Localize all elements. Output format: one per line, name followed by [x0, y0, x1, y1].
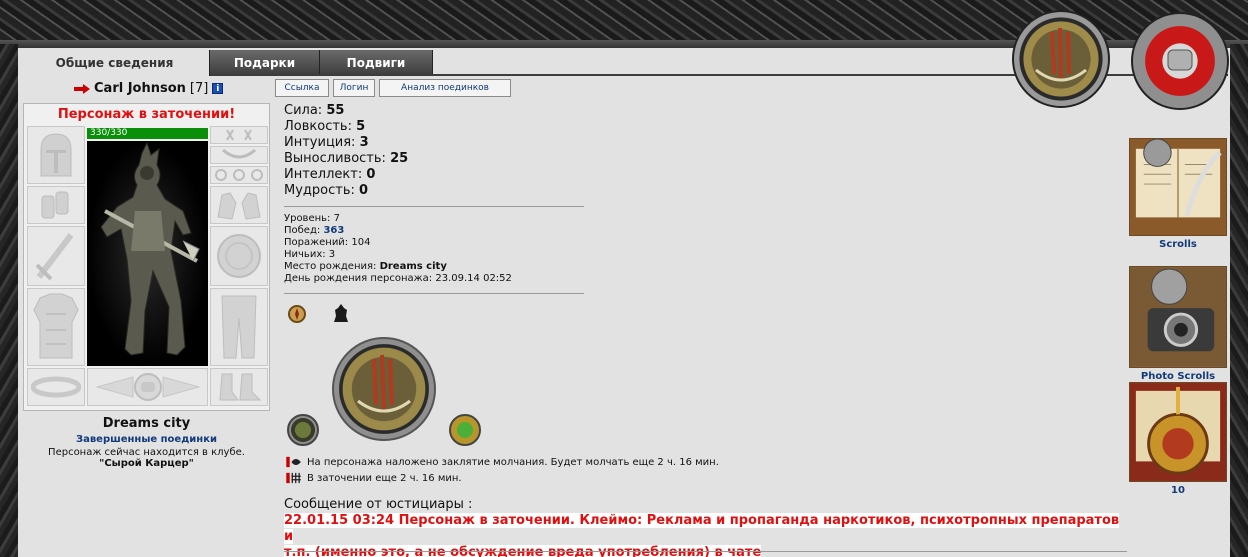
sword-icon [35, 233, 74, 281]
silence-icon [286, 456, 301, 468]
rings-slot[interactable] [210, 166, 268, 184]
divider [284, 551, 1127, 552]
inventory-panel: Персонаж в заточении! 330/330 [23, 103, 270, 411]
tab-gifts[interactable]: Подарки [210, 50, 320, 76]
stat-intuition: Интуиция: 3 [284, 135, 369, 150]
demon-figure-icon[interactable] [330, 302, 352, 324]
effect-silence-text: На персонажа наложено заклятие молчания.… [307, 456, 719, 468]
finished-battles-link[interactable]: Завершенные поединки [23, 434, 270, 445]
amulet-icon [222, 148, 256, 159]
clan-emblem-slot[interactable] [87, 368, 208, 406]
character-header: Carl Johnson [7] i [74, 81, 224, 96]
info-draws: Ничьих: 3 [284, 249, 336, 260]
justiciary-message-label: Сообщение от юстициары : [284, 497, 473, 512]
jail-status-title: Персонаж в заточении! [57, 107, 236, 122]
leggings-icon [221, 295, 257, 359]
gloves-slot[interactable] [210, 186, 268, 224]
stat-wisdom: Мудрость: 0 [284, 183, 369, 198]
arrow-right-icon[interactable] [74, 83, 90, 94]
earrings-icon [226, 129, 252, 141]
compass-icon[interactable] [286, 302, 308, 324]
tab-bar: Общие сведения Подарки Подвиги [20, 50, 433, 76]
effect-jail-text: В заточении еще 2 ч. 16 мин. [307, 472, 462, 484]
effect-silence: На персонажа наложено заклятие молчания.… [284, 456, 719, 468]
login-button[interactable]: Логин [333, 79, 375, 97]
stat-endurance: Выносливость: 25 [284, 151, 409, 166]
leggings-slot[interactable] [210, 288, 268, 366]
crossbow-icon [1035, 27, 1087, 82]
character-level: [7] [189, 81, 209, 96]
crossbow-icon [357, 354, 411, 413]
crossbow-medallion-icon[interactable] [1012, 10, 1110, 108]
tab-general-info[interactable]: Общие сведения [20, 50, 210, 76]
main-content: Общие сведения Подарки Подвиги Carl John… [18, 48, 1230, 557]
character-info: Уровень: 7 Побед: 363 Поражений: 104 Нич… [284, 213, 512, 285]
bracers-icon [41, 191, 69, 219]
armor-icon [33, 293, 79, 359]
scrolls-label: Scrolls [1159, 239, 1197, 250]
clover-medal-icon[interactable] [449, 414, 481, 446]
info-wins: Побед: 363 [284, 225, 345, 236]
club-status-text: Персонаж сейчас находится в клубе. [48, 447, 245, 458]
amulet-slot[interactable] [210, 146, 268, 164]
medal-count-label: 10 [1171, 485, 1185, 496]
belt-icon [31, 376, 81, 398]
medal-scroll-item[interactable]: 10 [1128, 382, 1228, 496]
big-bow-medal-icon[interactable] [332, 337, 436, 441]
scroll-quill-icon [1129, 138, 1227, 236]
fist-emblem-icon [94, 373, 201, 401]
medal-scroll-icon [1129, 382, 1227, 482]
character-name: Carl Johnson [94, 81, 186, 96]
camera-scroll-icon [1129, 266, 1227, 368]
info-level: Уровень: 7 [284, 213, 340, 224]
right-frame [1230, 44, 1248, 557]
bracers-slot[interactable] [27, 186, 85, 224]
tab-achievements[interactable]: Подвиги [320, 50, 433, 76]
stat-strength: Сила: 55 [284, 103, 345, 118]
shield-icon [217, 234, 261, 278]
helmet-slot[interactable] [27, 126, 85, 184]
earrings-slot[interactable] [210, 126, 268, 144]
link-button[interactable]: Ссылка [275, 79, 329, 97]
stats-list: Сила: 55 Ловкость: 5 Интуиция: 3 Выносли… [284, 103, 408, 199]
stat-intellect: Интеллект: 0 [284, 167, 376, 182]
shield-slot[interactable] [210, 226, 268, 286]
boots-icon [219, 373, 262, 401]
club-name: "Сырой Карцер" [99, 458, 194, 469]
jail-bars-icon [286, 472, 301, 484]
knight-figure [100, 141, 200, 356]
character-portrait [87, 141, 208, 366]
fist-medallion-icon[interactable] [1131, 12, 1229, 110]
divider [284, 206, 584, 207]
city-name: Dreams city [102, 416, 191, 431]
fist-icon [1167, 49, 1193, 71]
effect-jail: В заточении еще 2 ч. 16 мин. [284, 472, 462, 484]
gloves-icon [217, 192, 261, 220]
hp-bar: 330/330 [87, 128, 208, 139]
justiciary-message-line1: 22.01.15 03:24 Персонаж в заточении. Кле… [284, 513, 1120, 544]
scrolls-item[interactable]: Scrolls [1128, 138, 1228, 250]
battle-analysis-button[interactable]: Анализ поединков [379, 79, 511, 97]
photo-scrolls-item[interactable]: Photo Scrolls [1128, 266, 1228, 382]
info-losses: Поражений: 104 [284, 237, 371, 248]
photo-scrolls-label: Photo Scrolls [1140, 371, 1216, 382]
rings-icon [215, 169, 263, 181]
armor-slot[interactable] [27, 288, 85, 366]
weapon-slot[interactable] [27, 226, 85, 286]
helmet-icon [40, 133, 72, 177]
stat-agility: Ловкость: 5 [284, 119, 366, 134]
info-birthday: День рождения персонажа: 23.09.14 02:52 [284, 273, 512, 284]
belt-slot[interactable] [27, 368, 85, 406]
small-medal-icon[interactable] [287, 414, 319, 446]
boots-slot[interactable] [210, 368, 268, 406]
character-location: Dreams city Завершенные поединки Персона… [23, 416, 270, 469]
info-birthplace: Место рождения: Dreams city [284, 261, 447, 272]
divider [284, 293, 584, 294]
left-frame [0, 44, 18, 557]
info-icon[interactable]: i [212, 83, 224, 94]
